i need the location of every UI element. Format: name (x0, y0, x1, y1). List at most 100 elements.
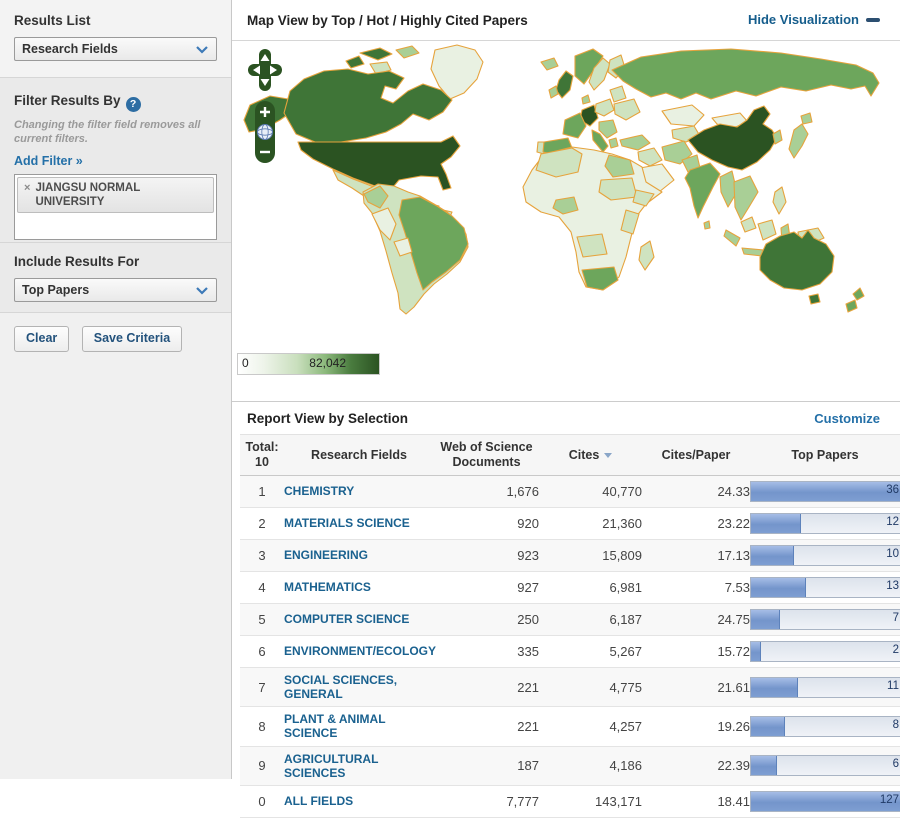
field-link[interactable]: CHEMISTRY (284, 484, 434, 498)
region-hokkaido[interactable] (800, 112, 813, 125)
top-papers-bar-fill (751, 514, 802, 533)
table-row: 0 ALL FIELDS 7,777 143,171 18.41 127 (240, 785, 900, 818)
region-ukraine[interactable] (613, 98, 641, 121)
map-controls[interactable] (248, 49, 282, 167)
region-arctic-island-3[interactable] (345, 55, 365, 69)
cites-cell: 4,186 (539, 746, 642, 786)
table-row: 6 ENVIRONMENT/ECOLOGY 335 5,267 15.72 2 (240, 635, 900, 668)
region-korea[interactable] (772, 129, 783, 145)
top-papers-bar: 7 (750, 609, 900, 630)
top-papers-cell: 8 (750, 706, 900, 747)
cites-cell: 6,981 (539, 571, 642, 604)
region-levant-iraq[interactable] (637, 147, 663, 167)
region-sri-lanka[interactable] (703, 220, 711, 230)
top-papers-value: 2 (892, 644, 899, 656)
region-angola-zambia[interactable] (576, 233, 608, 258)
world-map[interactable] (242, 41, 898, 341)
region-greece[interactable] (608, 137, 619, 149)
top-papers-bar-fill (751, 482, 900, 501)
region-arctic-island-1[interactable] (359, 47, 393, 61)
map-title: Map View by Top / Hot / Highly Cited Pap… (247, 12, 528, 28)
region-madagascar[interactable] (638, 240, 655, 271)
pan-control[interactable] (248, 49, 282, 91)
region-turkey[interactable] (619, 134, 651, 151)
region-india[interactable] (684, 162, 721, 219)
top-papers-bar: 127 (750, 790, 900, 812)
docs-cell: 187 (434, 746, 539, 786)
region-sumatra[interactable] (723, 229, 741, 247)
field-cell: COMPUTER SCIENCE (284, 603, 434, 636)
region-russia[interactable] (611, 48, 880, 100)
region-malaysia[interactable] (740, 216, 757, 233)
region-balkans[interactable] (598, 119, 618, 139)
filter-note: Changing the filter field removes all cu… (14, 119, 201, 145)
top-papers-cell: 13 (750, 571, 900, 604)
cites-per-paper-cell: 7.53 (642, 571, 750, 604)
region-denmark[interactable] (581, 94, 591, 105)
actions-section: Clear Save Criteria (0, 313, 231, 779)
region-kazakhstan[interactable] (661, 104, 705, 127)
field-link[interactable]: MATERIALS SCIENCE (284, 516, 434, 530)
top-papers-bar: 12 (750, 513, 900, 534)
region-canada[interactable] (283, 68, 453, 143)
clear-button[interactable]: Clear (14, 326, 70, 352)
field-link[interactable]: MATHEMATICS (284, 580, 434, 594)
col-cites-sort[interactable]: Cites (539, 434, 642, 476)
field-cell: MATERIALS SCIENCE (284, 507, 434, 540)
top-papers-bar: 10 (750, 545, 900, 566)
docs-cell: 920 (434, 507, 539, 540)
region-ireland[interactable] (548, 85, 559, 99)
collapse-minus-icon[interactable] (866, 18, 880, 22)
top-papers-cell: 10 (750, 539, 900, 572)
top-papers-cell: 36 (750, 475, 900, 508)
include-results-dropdown[interactable]: Top Papers (14, 278, 217, 302)
top-papers-value: 12 (886, 516, 899, 528)
region-tasmania[interactable] (808, 293, 821, 305)
cites-per-paper-cell: 18.41 (642, 785, 750, 818)
customize-link[interactable]: Customize (814, 411, 880, 426)
field-link[interactable]: AGRICULTURAL SCIENCES (284, 752, 434, 780)
field-link[interactable]: ALL FIELDS (284, 794, 434, 808)
field-cell: ENVIRONMENT/ECOLOGY (284, 635, 436, 668)
field-link[interactable]: COMPUTER SCIENCE (284, 612, 434, 626)
results-list-section: Results List Research Fields (0, 0, 231, 78)
add-filter-link[interactable]: Add Filter » (14, 154, 83, 168)
top-papers-bar-fill (751, 610, 781, 629)
field-link[interactable]: SOCIAL SCIENCES, GENERAL (284, 673, 434, 701)
region-philippines[interactable] (772, 186, 787, 215)
region-new-zealand-north[interactable] (852, 287, 865, 301)
main-panel: Map View by Top / Hot / Highly Cited Pap… (232, 0, 900, 818)
report-table: Total: 10 Research Fields Web of Science … (240, 434, 900, 818)
zoom-control[interactable] (255, 101, 275, 163)
region-borneo[interactable] (757, 219, 777, 241)
rank-cell: 8 (240, 706, 284, 747)
top-papers-value: 10 (886, 548, 899, 560)
region-arctic-island-2[interactable] (395, 45, 420, 59)
region-indochina[interactable] (733, 175, 759, 221)
region-new-zealand-south[interactable] (845, 299, 858, 313)
remove-filter-icon[interactable]: × (24, 182, 30, 194)
region-iceland[interactable] (540, 57, 559, 71)
cites-cell: 6,187 (539, 603, 642, 636)
field-link[interactable]: PLANT & ANIMAL SCIENCE (284, 712, 434, 740)
hide-visualization-link[interactable]: Hide Visualization (748, 12, 859, 27)
rank-cell: 1 (240, 475, 284, 508)
field-link[interactable]: ENVIRONMENT/ECOLOGY (284, 644, 436, 658)
region-south-africa[interactable] (581, 266, 619, 291)
docs-cell: 927 (434, 571, 539, 604)
top-papers-value: 36 (886, 484, 899, 496)
field-link[interactable]: ENGINEERING (284, 548, 434, 562)
results-list-dropdown[interactable]: Research Fields (14, 37, 217, 61)
map-panel-header: Map View by Top / Hot / Highly Cited Pap… (232, 0, 900, 41)
table-row: 2 MATERIALS SCIENCE 920 21,360 23.22 12 (240, 507, 900, 540)
top-papers-value: 7 (892, 612, 899, 624)
rank-cell: 2 (240, 507, 284, 540)
region-baltics[interactable] (609, 85, 627, 103)
region-uk[interactable] (555, 70, 574, 99)
region-poland[interactable] (594, 98, 615, 117)
help-icon[interactable]: ? (125, 97, 141, 112)
save-criteria-button[interactable]: Save Criteria (81, 326, 183, 352)
region-japan[interactable] (788, 123, 809, 159)
hide-visualization[interactable]: Hide Visualization (748, 11, 880, 29)
map-legend: 0 82,042 (237, 353, 380, 375)
